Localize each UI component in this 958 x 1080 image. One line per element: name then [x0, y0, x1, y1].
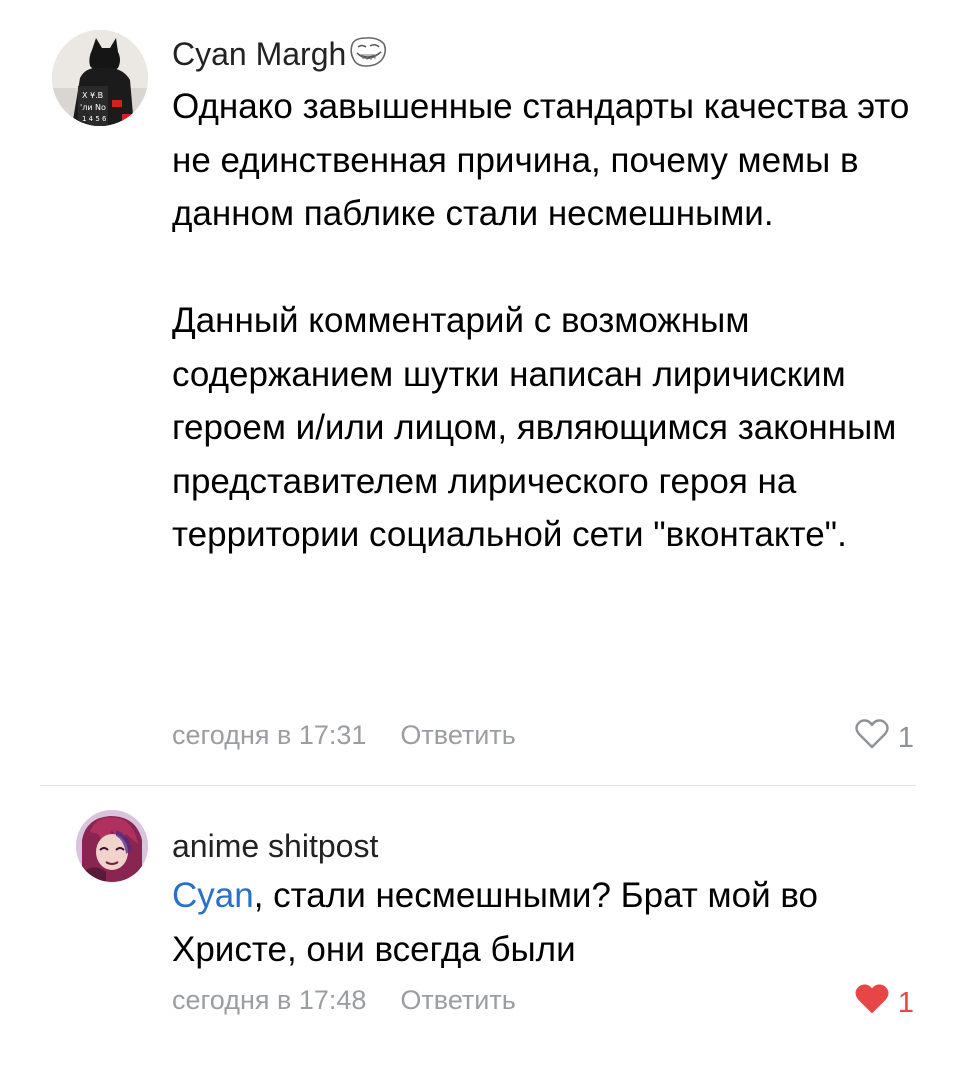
mention-link[interactable]: Cyan [172, 876, 254, 915]
like-count: 1 [897, 722, 914, 754]
comment-item: X ¥.B 'ли Nо 1 4 5 6 Cyan Margh Однако з… [0, 0, 958, 785]
comment-text: Cyan, стали несмешными? Брат мой во Хрис… [172, 869, 942, 976]
reply-button[interactable]: Ответить [400, 985, 515, 1015]
avatar[interactable] [76, 810, 148, 882]
like-count: 1 [897, 987, 914, 1019]
like-button[interactable]: 1 [854, 718, 914, 758]
heart-outline-icon [854, 718, 890, 758]
comment-timestamp[interactable]: сегодня в 17:31 [172, 720, 366, 750]
comment-author-line: Cyan Margh [172, 34, 388, 78]
anime-avatar-image [76, 810, 148, 882]
svg-text:1 4 5 6: 1 4 5 6 [82, 115, 107, 123]
svg-text:'ли Nо: 'ли Nо [80, 103, 106, 112]
author-name[interactable]: Cyan Margh [172, 36, 346, 72]
comment-item: anime shitpost Cyan, стали несмешными? Б… [0, 786, 958, 1080]
like-button[interactable]: 1 [854, 983, 914, 1023]
heart-filled-icon [854, 983, 890, 1023]
avatar[interactable]: X ¥.B 'ли Nо 1 4 5 6 [52, 30, 148, 126]
author-name[interactable]: anime shitpost [172, 828, 378, 864]
comment-author-line: anime shitpost [172, 826, 378, 866]
comment-text: Однако завышенные стандарты качества это… [172, 80, 942, 562]
comment-paragraph: Данный комментарий с возможным содержани… [172, 301, 897, 554]
comment-meta: сегодня в 17:31 Ответить [172, 718, 516, 752]
comment-timestamp[interactable]: сегодня в 17:48 [172, 985, 366, 1015]
trollface-icon [348, 35, 388, 78]
reply-button[interactable]: Ответить [400, 720, 515, 750]
svg-text:X ¥.B: X ¥.B [82, 91, 103, 100]
comment-meta: сегодня в 17:48 Ответить [172, 983, 516, 1017]
cat-avatar-image: X ¥.B 'ли Nо 1 4 5 6 [52, 30, 148, 126]
comment-paragraph: Однако завышенные стандарты качества это… [172, 87, 910, 233]
comment-body: , стали несмешными? Брат мой во Христе, … [172, 876, 819, 969]
